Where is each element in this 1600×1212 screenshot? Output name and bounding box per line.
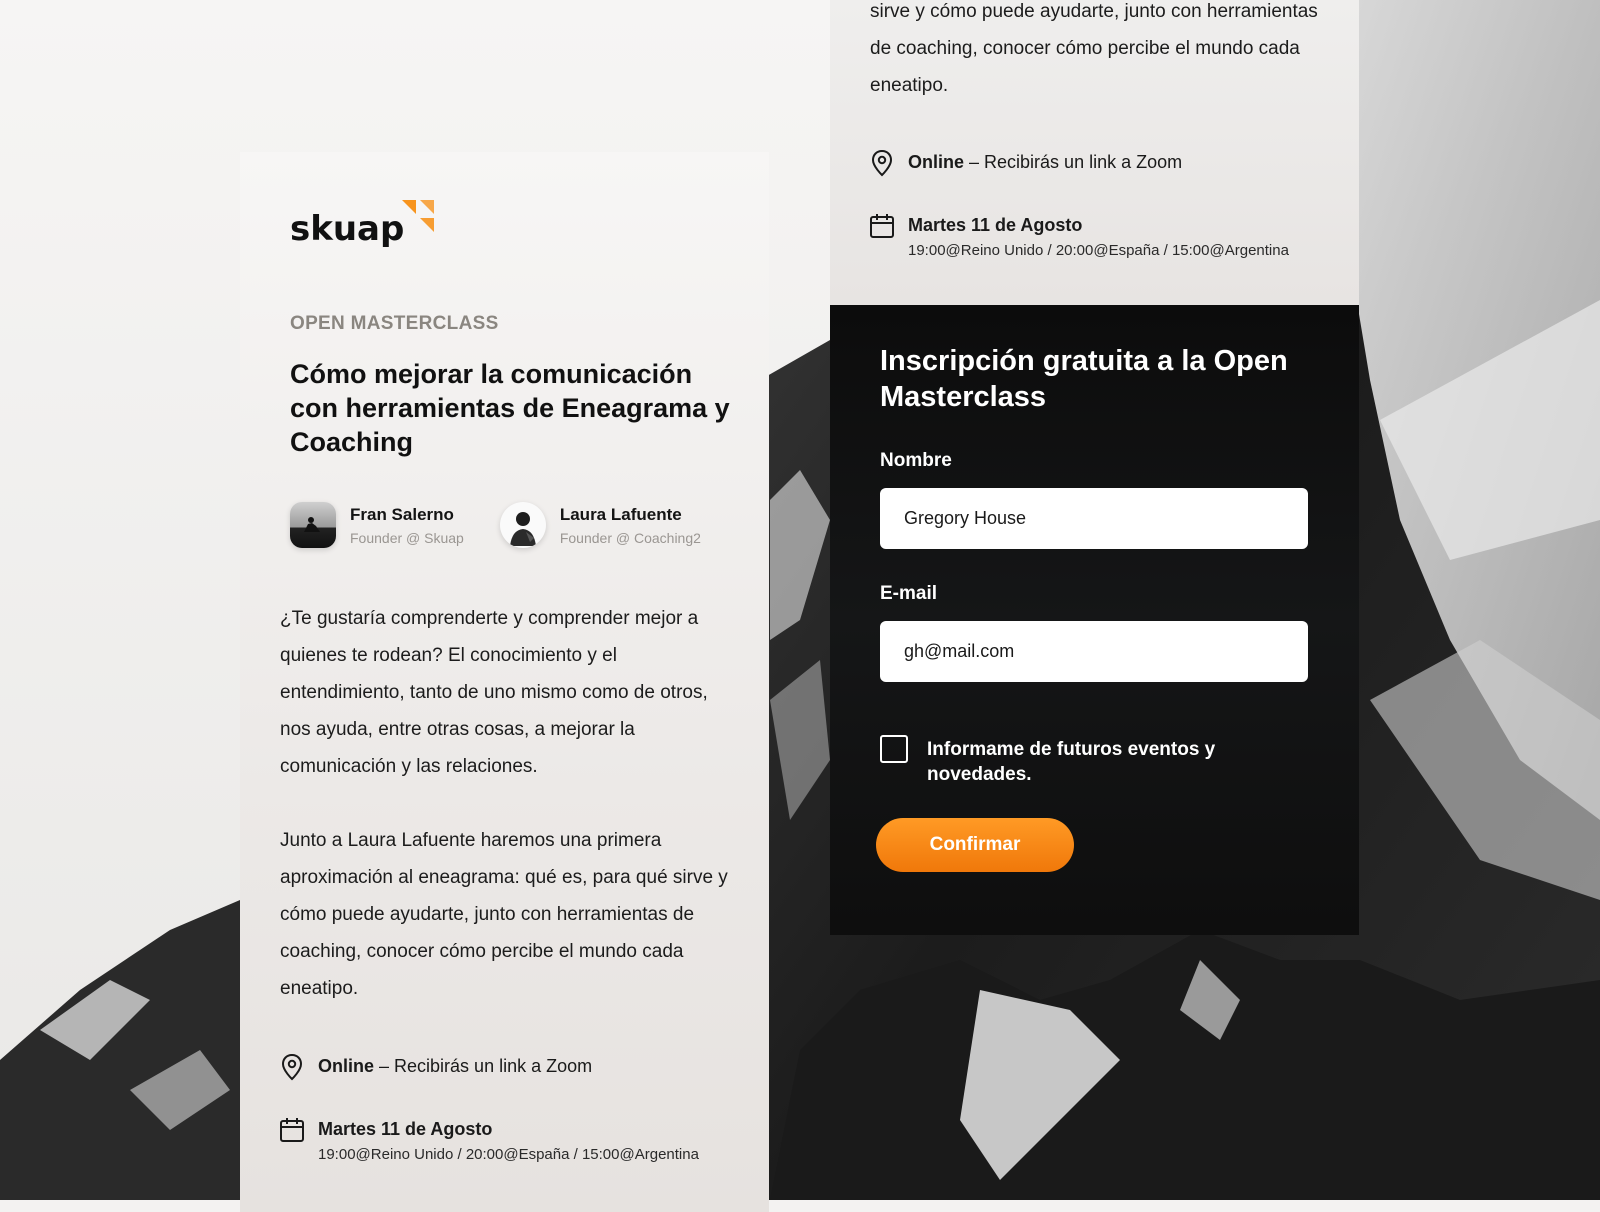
event-description: ¿Te gustaría comprenderte y comprender m… <box>280 600 735 1044</box>
speaker-name: Fran Salerno <box>350 504 454 524</box>
speaker-role: Founder @ Skuap <box>350 529 464 546</box>
name-label: Nombre <box>880 450 952 471</box>
logo-arrow-mark-icon <box>402 200 434 232</box>
email-label: E-mail <box>880 583 938 604</box>
speaker-card: Laura Lafuente Founder @ Coaching2 <box>499 502 701 548</box>
masterclass-info-card-continued: sirve y cómo puede ayudarte, junto con h… <box>830 0 1359 305</box>
speakers-list: Fran Salerno Founder @ Skuap Laura Lafue… <box>290 502 750 548</box>
description-paragraph-tail: sirve y cómo puede ayudarte, junto con h… <box>870 1 1318 96</box>
form-title: Inscripción gratuita a la Open Mastercla… <box>880 345 1288 413</box>
speaker-name: Laura Lafuente <box>559 504 682 524</box>
date-row: Martes 11 de Agosto 19:00@Reino Unido / … <box>868 212 1289 259</box>
location-mode: Online <box>318 1056 375 1076</box>
event-title: Cómo mejorar la comunicación con herrami… <box>290 359 730 457</box>
newsletter-checkbox[interactable] <box>880 735 908 763</box>
speaker-role: Founder @ Coaching2 <box>559 529 701 546</box>
event-eyebrow: OPEN MASTERCLASS <box>290 313 499 334</box>
newsletter-checkbox-label[interactable]: Informame de futuros eventos y novedades… <box>927 737 1247 787</box>
date-label: Martes 11 de Agosto <box>318 1119 493 1139</box>
logo-wordmark: skuap <box>290 209 405 249</box>
location-detail: – Recibirás un link a Zoom <box>374 1056 593 1076</box>
date-times: 19:00@Reino Unido / 20:00@España / 15:00… <box>908 242 1289 259</box>
masterclass-info-card: skuap OPEN MASTERCLASS Cómo mejorar la c… <box>240 152 769 1212</box>
calendar-icon <box>280 1118 304 1142</box>
date-label: Martes 11 de Agosto <box>908 215 1083 235</box>
calendar-icon <box>870 214 894 238</box>
location-row: Online – Recibirás un link a Zoom <box>868 149 1182 177</box>
registration-form: Inscripción gratuita a la Open Mastercla… <box>830 305 1359 935</box>
email-field[interactable] <box>880 621 1308 682</box>
speaker-card: Fran Salerno Founder @ Skuap <box>290 502 464 548</box>
date-row: Martes 11 de Agosto 19:00@Reino Unido / … <box>278 1116 699 1163</box>
name-field[interactable] <box>880 488 1308 549</box>
description-paragraph: Junto a Laura Lafuente haremos una prime… <box>280 830 728 999</box>
confirm-button[interactable]: Confirmar <box>876 818 1074 872</box>
avatar <box>290 502 336 548</box>
map-pin-icon <box>281 1053 303 1081</box>
location-detail: – Recibirás un link a Zoom <box>964 152 1183 172</box>
location-row: Online – Recibirás un link a Zoom <box>278 1053 592 1081</box>
avatar <box>499 502 546 548</box>
location-mode: Online <box>908 152 965 172</box>
description-paragraph: ¿Te gustaría comprenderte y comprender m… <box>280 608 708 777</box>
date-times: 19:00@Reino Unido / 20:00@España / 15:00… <box>318 1146 699 1163</box>
map-pin-icon <box>871 149 893 177</box>
skuap-logo[interactable]: skuap <box>290 200 434 249</box>
